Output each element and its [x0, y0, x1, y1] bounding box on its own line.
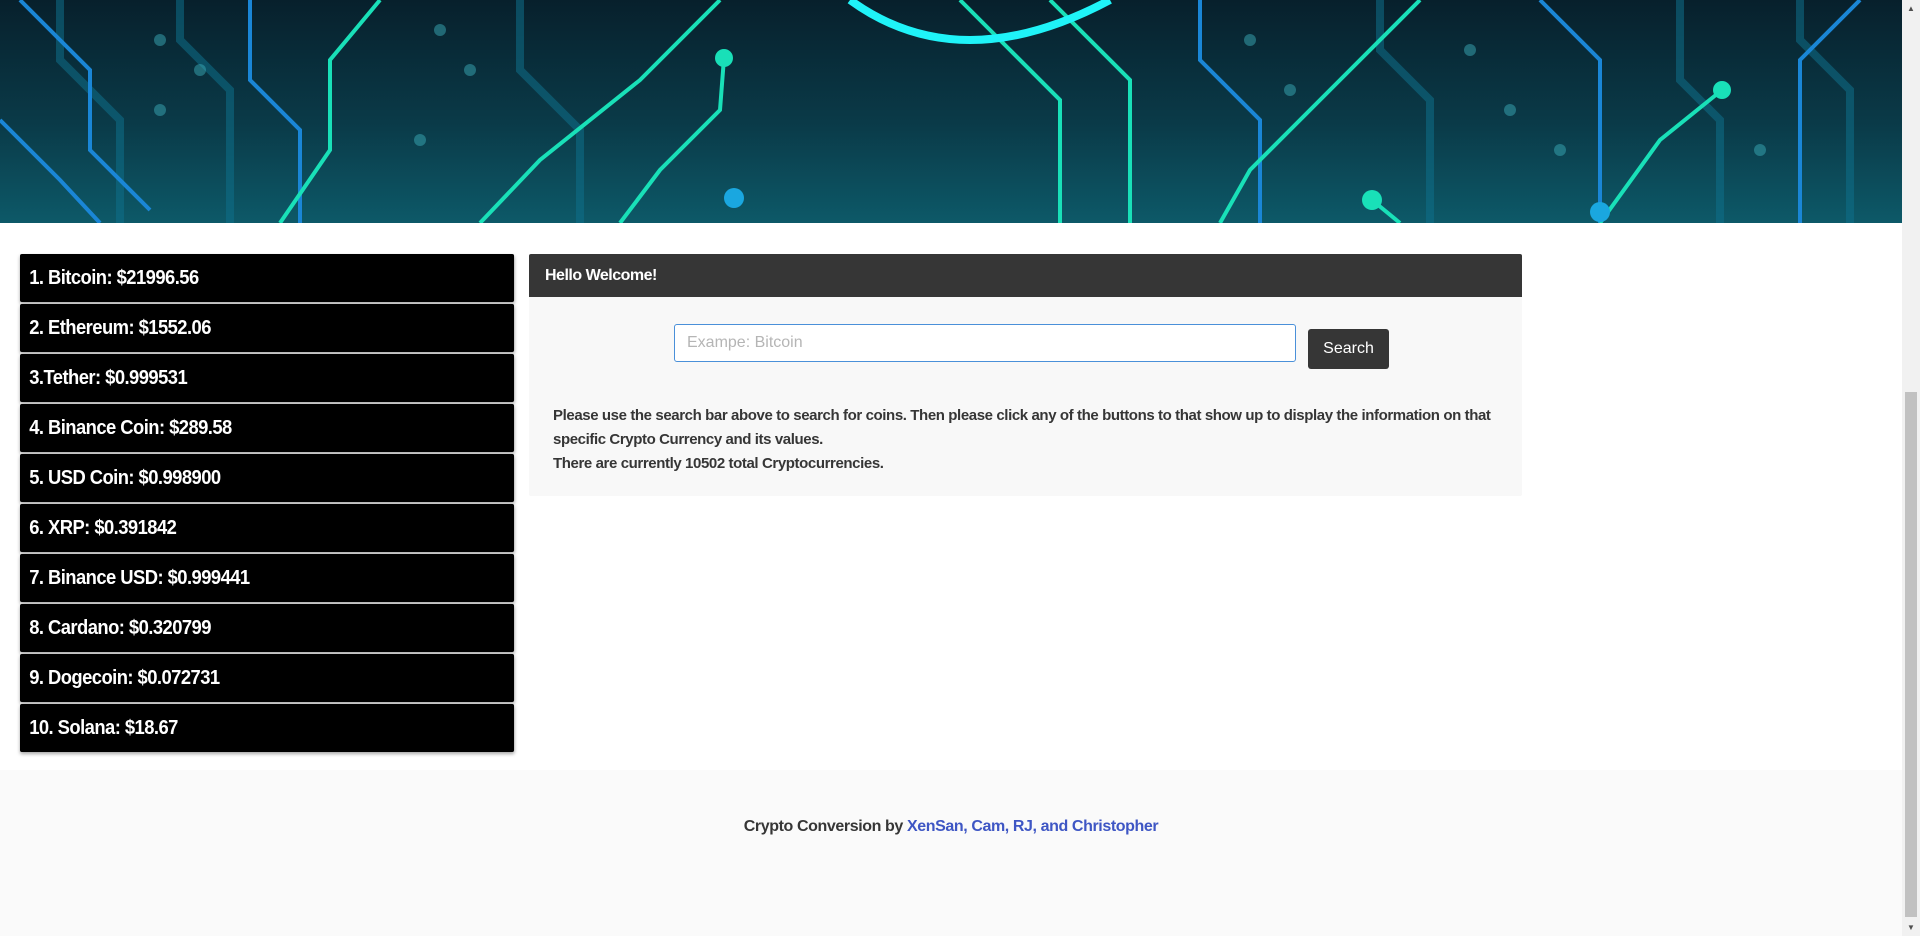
coin-button[interactable]: 10. Solana: $18.67 [20, 704, 515, 752]
coin-button[interactable]: 7. Binance USD: $0.999441 [20, 554, 515, 602]
circuit-board-image [0, 0, 1862, 223]
hero-banner [0, 0, 1902, 223]
welcome-title: Hello Welcome! [545, 266, 657, 284]
scroll-thumb[interactable] [1905, 392, 1917, 917]
welcome-card: Hello Welcome! Search Please use the sea… [529, 254, 1522, 496]
instructions-text: Please use the search bar above to searc… [553, 407, 1491, 448]
total-coins-text: There are currently 10502 total Cryptocu… [553, 455, 884, 472]
page-scrollbar[interactable]: ▲ ▼ [1902, 0, 1920, 936]
scroll-down-arrow-icon[interactable]: ▼ [1902, 919, 1920, 936]
top-coins-list: 1. Bitcoin: $21996.56 2. Ethereum: $1552… [20, 254, 515, 754]
coin-button[interactable]: 1. Bitcoin: $21996.56 [20, 254, 515, 302]
page: 1. Bitcoin: $21996.56 2. Ethereum: $1552… [0, 0, 1902, 936]
footer-prefix: Crypto Conversion by [743, 818, 904, 835]
coin-button[interactable]: 2. Ethereum: $1552.06 [20, 304, 515, 352]
coin-button[interactable]: 8. Cardano: $0.320799 [20, 604, 515, 652]
authors-link[interactable]: XenSan, Cam, RJ, and Christopher [907, 818, 1159, 835]
coin-button[interactable]: 6. XRP: $0.391842 [20, 504, 515, 552]
footer-credit: Crypto Conversion by XenSan, Cam, RJ, an… [0, 818, 1902, 836]
search-button[interactable]: Search [1308, 329, 1389, 369]
coin-search-input[interactable] [674, 324, 1296, 362]
footer: Crypto Conversion by XenSan, Cam, RJ, an… [0, 770, 1902, 936]
coin-button[interactable]: 4. Binance Coin: $289.58 [20, 404, 515, 452]
coin-button[interactable]: 3.Tether: $0.999531 [20, 354, 515, 402]
coin-button[interactable]: 5. USD Coin: $0.998900 [20, 454, 515, 502]
welcome-instructions-block: Please use the search bar above to searc… [553, 404, 1503, 476]
scroll-up-arrow-icon[interactable]: ▲ [1902, 0, 1920, 17]
welcome-card-header: Hello Welcome! [529, 254, 1522, 297]
coin-button[interactable]: 9. Dogecoin: $0.072731 [20, 654, 515, 702]
